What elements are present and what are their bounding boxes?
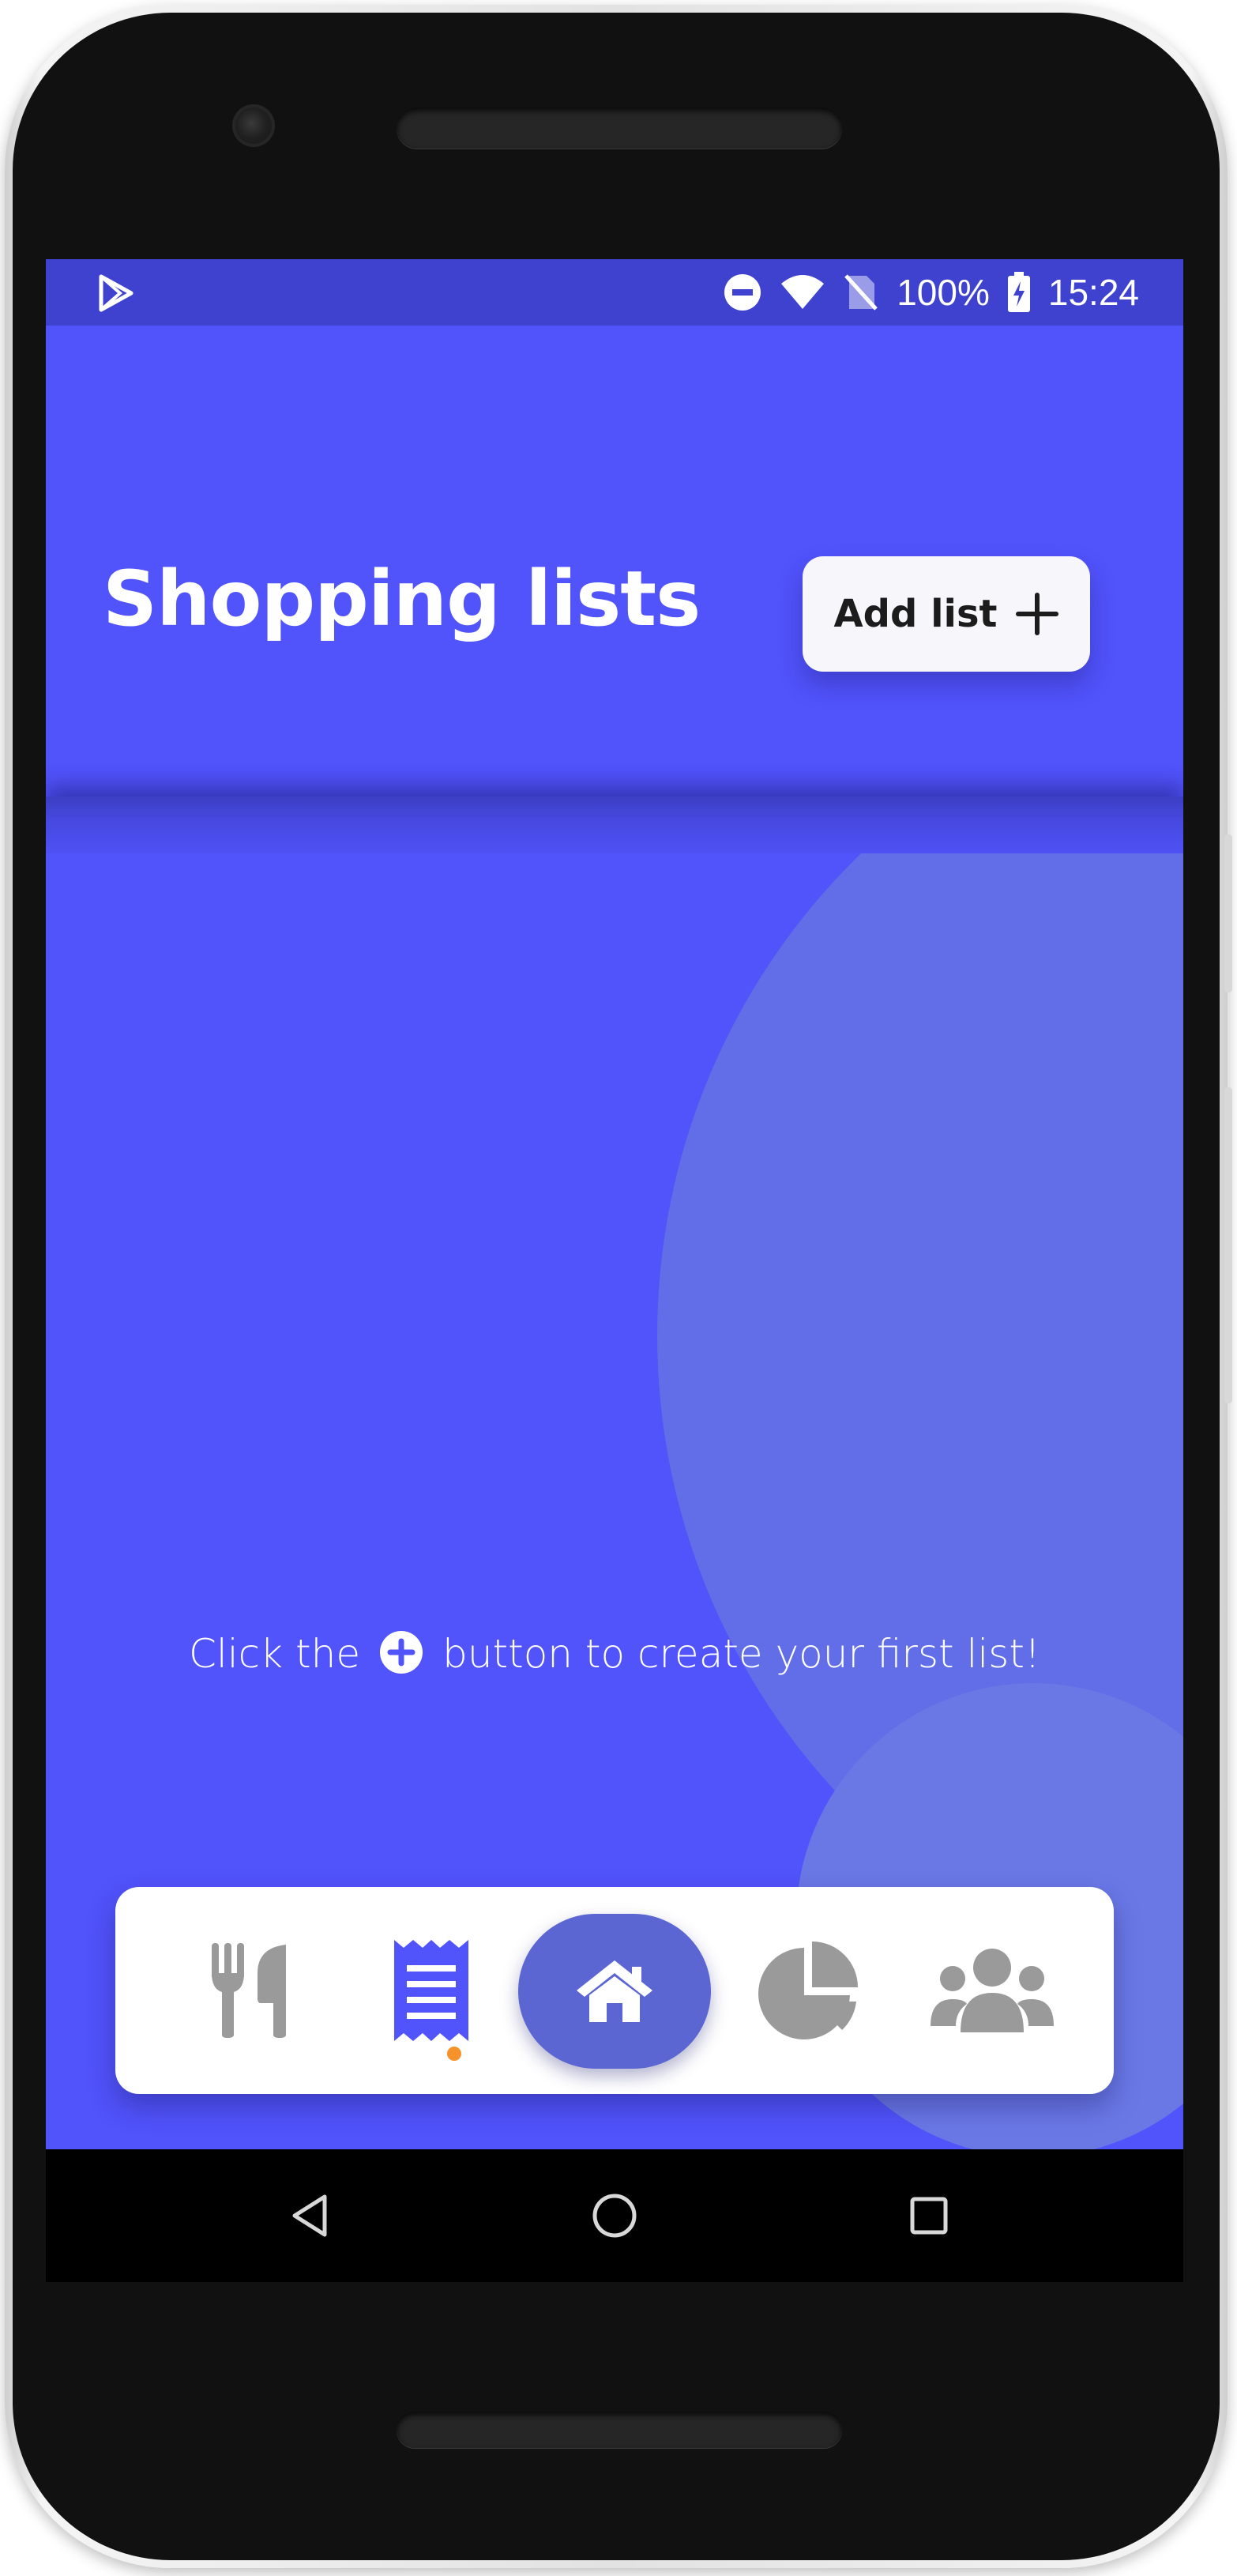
bottom-navigation: [115, 1887, 1114, 2094]
do-not-disturb-icon: [724, 274, 761, 311]
bottom-speaker: [397, 2412, 842, 2448]
power-button: [1224, 1087, 1232, 1403]
add-list-label: Add list: [833, 592, 998, 636]
empty-state-message: Click the button to create your first li…: [46, 1630, 1183, 1679]
recents-button[interactable]: [897, 2184, 961, 2247]
no-sim-icon: [844, 274, 878, 311]
home-icon: [577, 1960, 652, 2022]
nav-item-home[interactable]: [518, 1914, 711, 2069]
active-indicator-dot: [447, 2047, 461, 2061]
clock: 15:24: [1047, 272, 1139, 313]
plus-icon: [1015, 593, 1058, 635]
add-list-button[interactable]: Add list: [803, 556, 1090, 672]
earpiece-speaker: [397, 107, 842, 149]
play-store-icon: [99, 274, 133, 312]
page-header: Shopping lists Add list: [46, 326, 1183, 797]
recents-icon: [910, 2197, 948, 2235]
front-camera: [232, 104, 275, 147]
header-divider: [46, 797, 1183, 853]
nav-item-shopping-lists[interactable]: [344, 1887, 518, 2094]
nav-item-statistics[interactable]: [727, 1887, 893, 2094]
back-icon: [292, 2194, 327, 2237]
users-group-icon: [931, 1949, 1054, 2032]
status-bar: 100% 15:24: [46, 259, 1183, 326]
home-circle-icon: [592, 2194, 637, 2238]
plus-circle-icon: [380, 1630, 423, 1674]
home-system-button[interactable]: [583, 2184, 646, 2247]
app-screen: 100% 15:24 Shopping lists Add list Click…: [46, 259, 1183, 2282]
back-button[interactable]: [278, 2184, 341, 2247]
nav-item-household[interactable]: [905, 1887, 1079, 2094]
page-title: Shopping lists: [103, 555, 701, 643]
system-navigation-bar: [46, 2149, 1183, 2282]
battery-percentage: 100%: [897, 272, 990, 313]
battery-charging-icon: [1007, 272, 1030, 312]
pie-chart-icon: [758, 1941, 858, 2039]
wifi-icon: [781, 275, 825, 309]
empty-state-text-before: Click the: [188, 1631, 361, 1677]
fork-knife-icon: [212, 1943, 286, 2038]
nav-item-meals[interactable]: [163, 1887, 337, 2094]
empty-state-text-after: button to create your first list!: [442, 1631, 1040, 1677]
volume-button: [1224, 834, 1232, 992]
receipt-list-icon: [394, 1940, 468, 2041]
